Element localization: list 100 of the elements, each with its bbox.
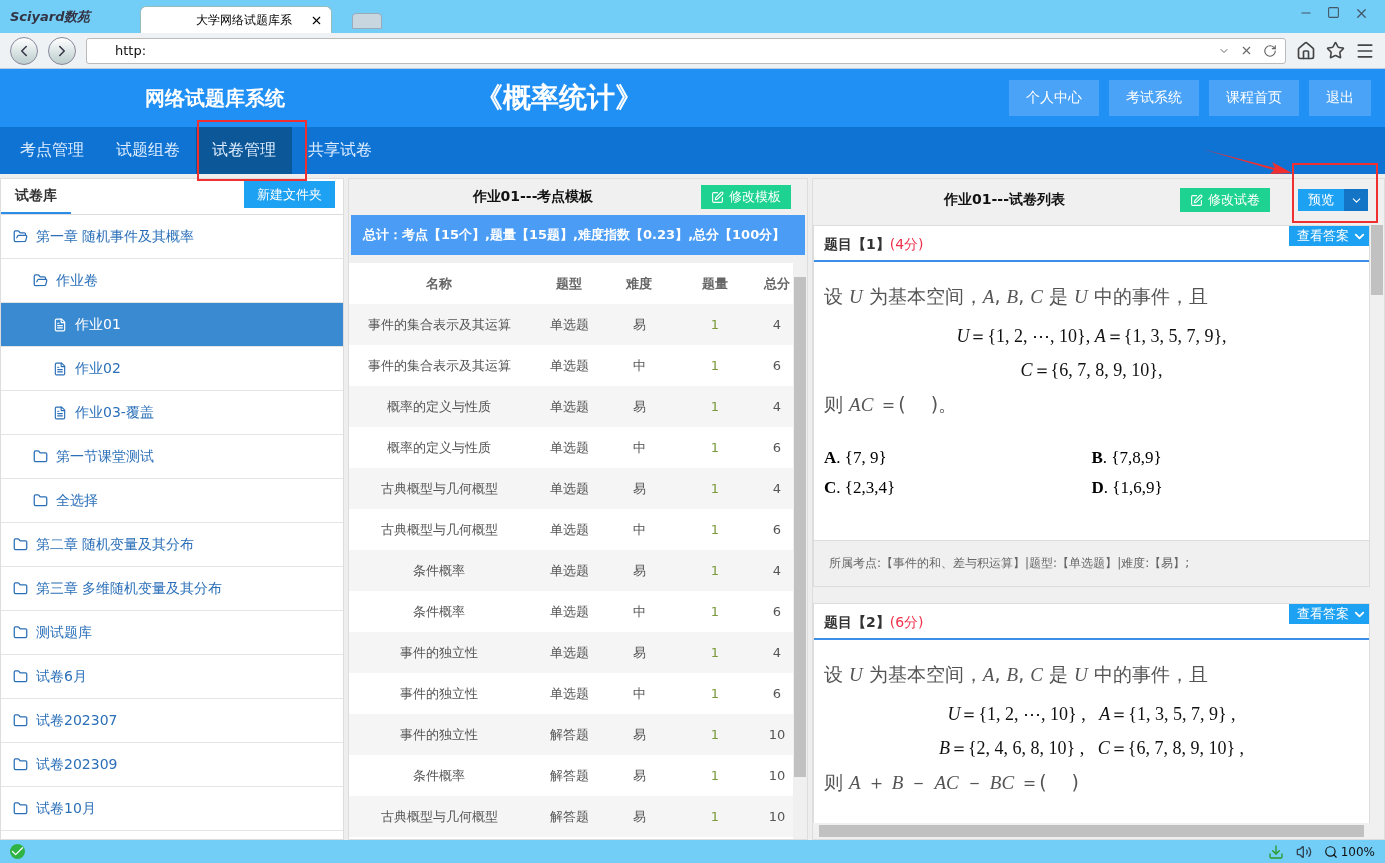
table-cell-text: 4: [771, 317, 783, 332]
nav-tab[interactable]: 考点管理: [4, 127, 100, 174]
table-cell-text: 事件的独立性: [399, 725, 479, 744]
table-cell-text: 古典概型与几何概型: [379, 520, 499, 539]
table-cell-text: 单选题: [548, 602, 590, 621]
show-answer-button[interactable]: 查看答案: [1289, 226, 1369, 246]
table-cell-text: 条件概率: [412, 561, 466, 580]
panel-title: 作业01---考点模板: [471, 188, 595, 206]
answer-option: C. {2,3,4}: [824, 478, 1092, 498]
table-cell-text: 单选题: [548, 479, 590, 498]
browser-logo: Sciyard数苑: [10, 7, 93, 26]
table-cell-text: 概率的定义与性质: [386, 438, 492, 457]
table-cell-text: 10: [767, 727, 787, 742]
table-cell-text: 1: [709, 727, 721, 742]
table-cell-text: 事件的独立性: [399, 643, 479, 662]
table-cell-text: 6: [771, 686, 783, 701]
table-cell-text: 易: [631, 479, 647, 498]
show-answer-button[interactable]: 查看答案: [1289, 604, 1369, 624]
file-icon: [53, 405, 67, 420]
course-title: 《概率统计》: [475, 80, 644, 116]
table-cell-text: 1: [709, 399, 721, 414]
table-cell-text: 4: [771, 481, 783, 496]
question-title: 题目【1】(4分): [824, 236, 924, 254]
table-cell-text: 10: [767, 768, 787, 783]
address-bar[interactable]: http:: [86, 37, 1286, 64]
table-cell-text: 易: [631, 643, 647, 662]
refresh-icon[interactable]: [1263, 43, 1277, 58]
table-cell-text: 易: [631, 766, 647, 785]
column-header: 总分: [762, 274, 791, 293]
edit-icon: [711, 190, 724, 204]
question-text: 则 AC ＝( )。: [824, 392, 959, 417]
table-cell-text: 1: [709, 317, 721, 332]
table-cell-text: 事件的集合表示及其运算: [366, 356, 512, 375]
nav-tab[interactable]: 试卷管理: [196, 127, 292, 174]
table-cell-text: 6: [771, 440, 783, 455]
table-cell-text: 单选题: [548, 397, 590, 416]
table-cell-text: 古典概型与几何概型: [379, 479, 499, 498]
table-cell-text: 易: [631, 725, 647, 744]
formula: U＝{1, 2, ⋯, 10} , A＝{1, 3, 5, 7, 9} ,: [946, 703, 1237, 726]
nav-tab[interactable]: 试题组卷: [100, 127, 196, 174]
maximize-icon[interactable]: [1327, 6, 1340, 19]
column-header: 名称: [425, 274, 453, 293]
forward-button[interactable]: [48, 36, 76, 65]
table-cell-text: 1: [709, 563, 721, 578]
table-cell-text: 中: [631, 684, 647, 703]
table-cell-text: 1: [709, 604, 721, 619]
tree-item[interactable]: 作业01: [1, 303, 343, 347]
table-cell-text: 中: [631, 356, 647, 375]
question-text: 则 A ＋ B － AC － BC ＝( ): [824, 770, 1080, 795]
table-cell-text: 6: [771, 604, 783, 619]
question-text: 设 U 为基本空间，A, B, C 是 U 中的事件，且: [824, 662, 1209, 687]
browser-tab[interactable]: 大学网络试题库系: [140, 6, 332, 33]
dropdown-button[interactable]: [1344, 189, 1368, 211]
table-cell-text: 单选题: [548, 356, 590, 375]
preview-button[interactable]: 预览: [1298, 189, 1344, 211]
zoom-control[interactable]: 100%: [1323, 844, 1375, 859]
nav-tab[interactable]: 共享试卷: [292, 127, 388, 174]
system-name: 网络试题库系统: [145, 84, 286, 112]
table-cell-text: 条件概率: [412, 602, 466, 621]
question-title: 题目【2】(6分): [824, 614, 924, 632]
table-cell-text: 中: [631, 520, 647, 539]
search-icon: [1323, 844, 1338, 859]
column-header: 难度: [625, 274, 653, 293]
table-cell-text: 4: [771, 645, 783, 660]
table-cell-text: 1: [709, 522, 721, 537]
column-header: 题量: [701, 274, 729, 293]
table-cell-text: 事件的集合表示及其运算: [366, 315, 512, 334]
table-cell-text: 概率的定义与性质: [386, 397, 492, 416]
file-icon: [53, 317, 67, 332]
new-folder-button[interactable]: 新建文件夹: [244, 181, 335, 208]
table-cell-text: 4: [771, 399, 783, 414]
table-cell-text: 解答题: [548, 725, 590, 744]
table-cell-text: 单选题: [548, 438, 590, 457]
speaker-icon[interactable]: [1295, 843, 1312, 860]
table-cell-text: 1: [709, 440, 721, 455]
table-cell-text: 中: [631, 438, 647, 457]
table-cell-text: 易: [631, 561, 647, 580]
question-meta: 所属考点:【事件的和、差与积运算】|题型:【单选题】|难度:【易】;: [814, 540, 1369, 586]
table-cell-text: 1: [709, 809, 721, 824]
table-cell-text: 单选题: [548, 684, 590, 703]
summary-bar: 总计：考点【15个】,题量【15题】,难度指数【0.23】,总分【100分】: [351, 215, 805, 255]
answer-option: B. {7,8,9}: [1091, 448, 1359, 468]
table-cell-text: 易: [631, 807, 647, 826]
table-cell-text: 古典概型与几何概型: [379, 807, 499, 826]
formula: U＝{1, 2, ⋯, 10}, A＝{1, 3, 5, 7, 9},: [955, 325, 1228, 348]
table-cell-text: 10: [767, 809, 787, 824]
column-header: 题型: [555, 274, 583, 293]
formula: C＝{6, 7, 8, 9, 10},: [1019, 359, 1164, 382]
star-icon[interactable]: [1326, 41, 1345, 60]
ok-icon: [10, 844, 25, 859]
table-cell-text: 1: [709, 768, 721, 783]
question-text: 设 U 为基本空间，A, B, C 是 U 中的事件，且: [824, 284, 1209, 309]
file-icon: [53, 361, 67, 376]
scrollbar[interactable]: [793, 263, 807, 839]
table-cell-text: 单选题: [548, 643, 590, 662]
table-cell-text: 6: [771, 358, 783, 373]
answer-option: D. {1,6,9}: [1091, 478, 1359, 498]
home-icon[interactable]: [1296, 40, 1316, 61]
back-button[interactable]: [10, 36, 38, 65]
table-cell-text: 单选题: [548, 520, 590, 539]
